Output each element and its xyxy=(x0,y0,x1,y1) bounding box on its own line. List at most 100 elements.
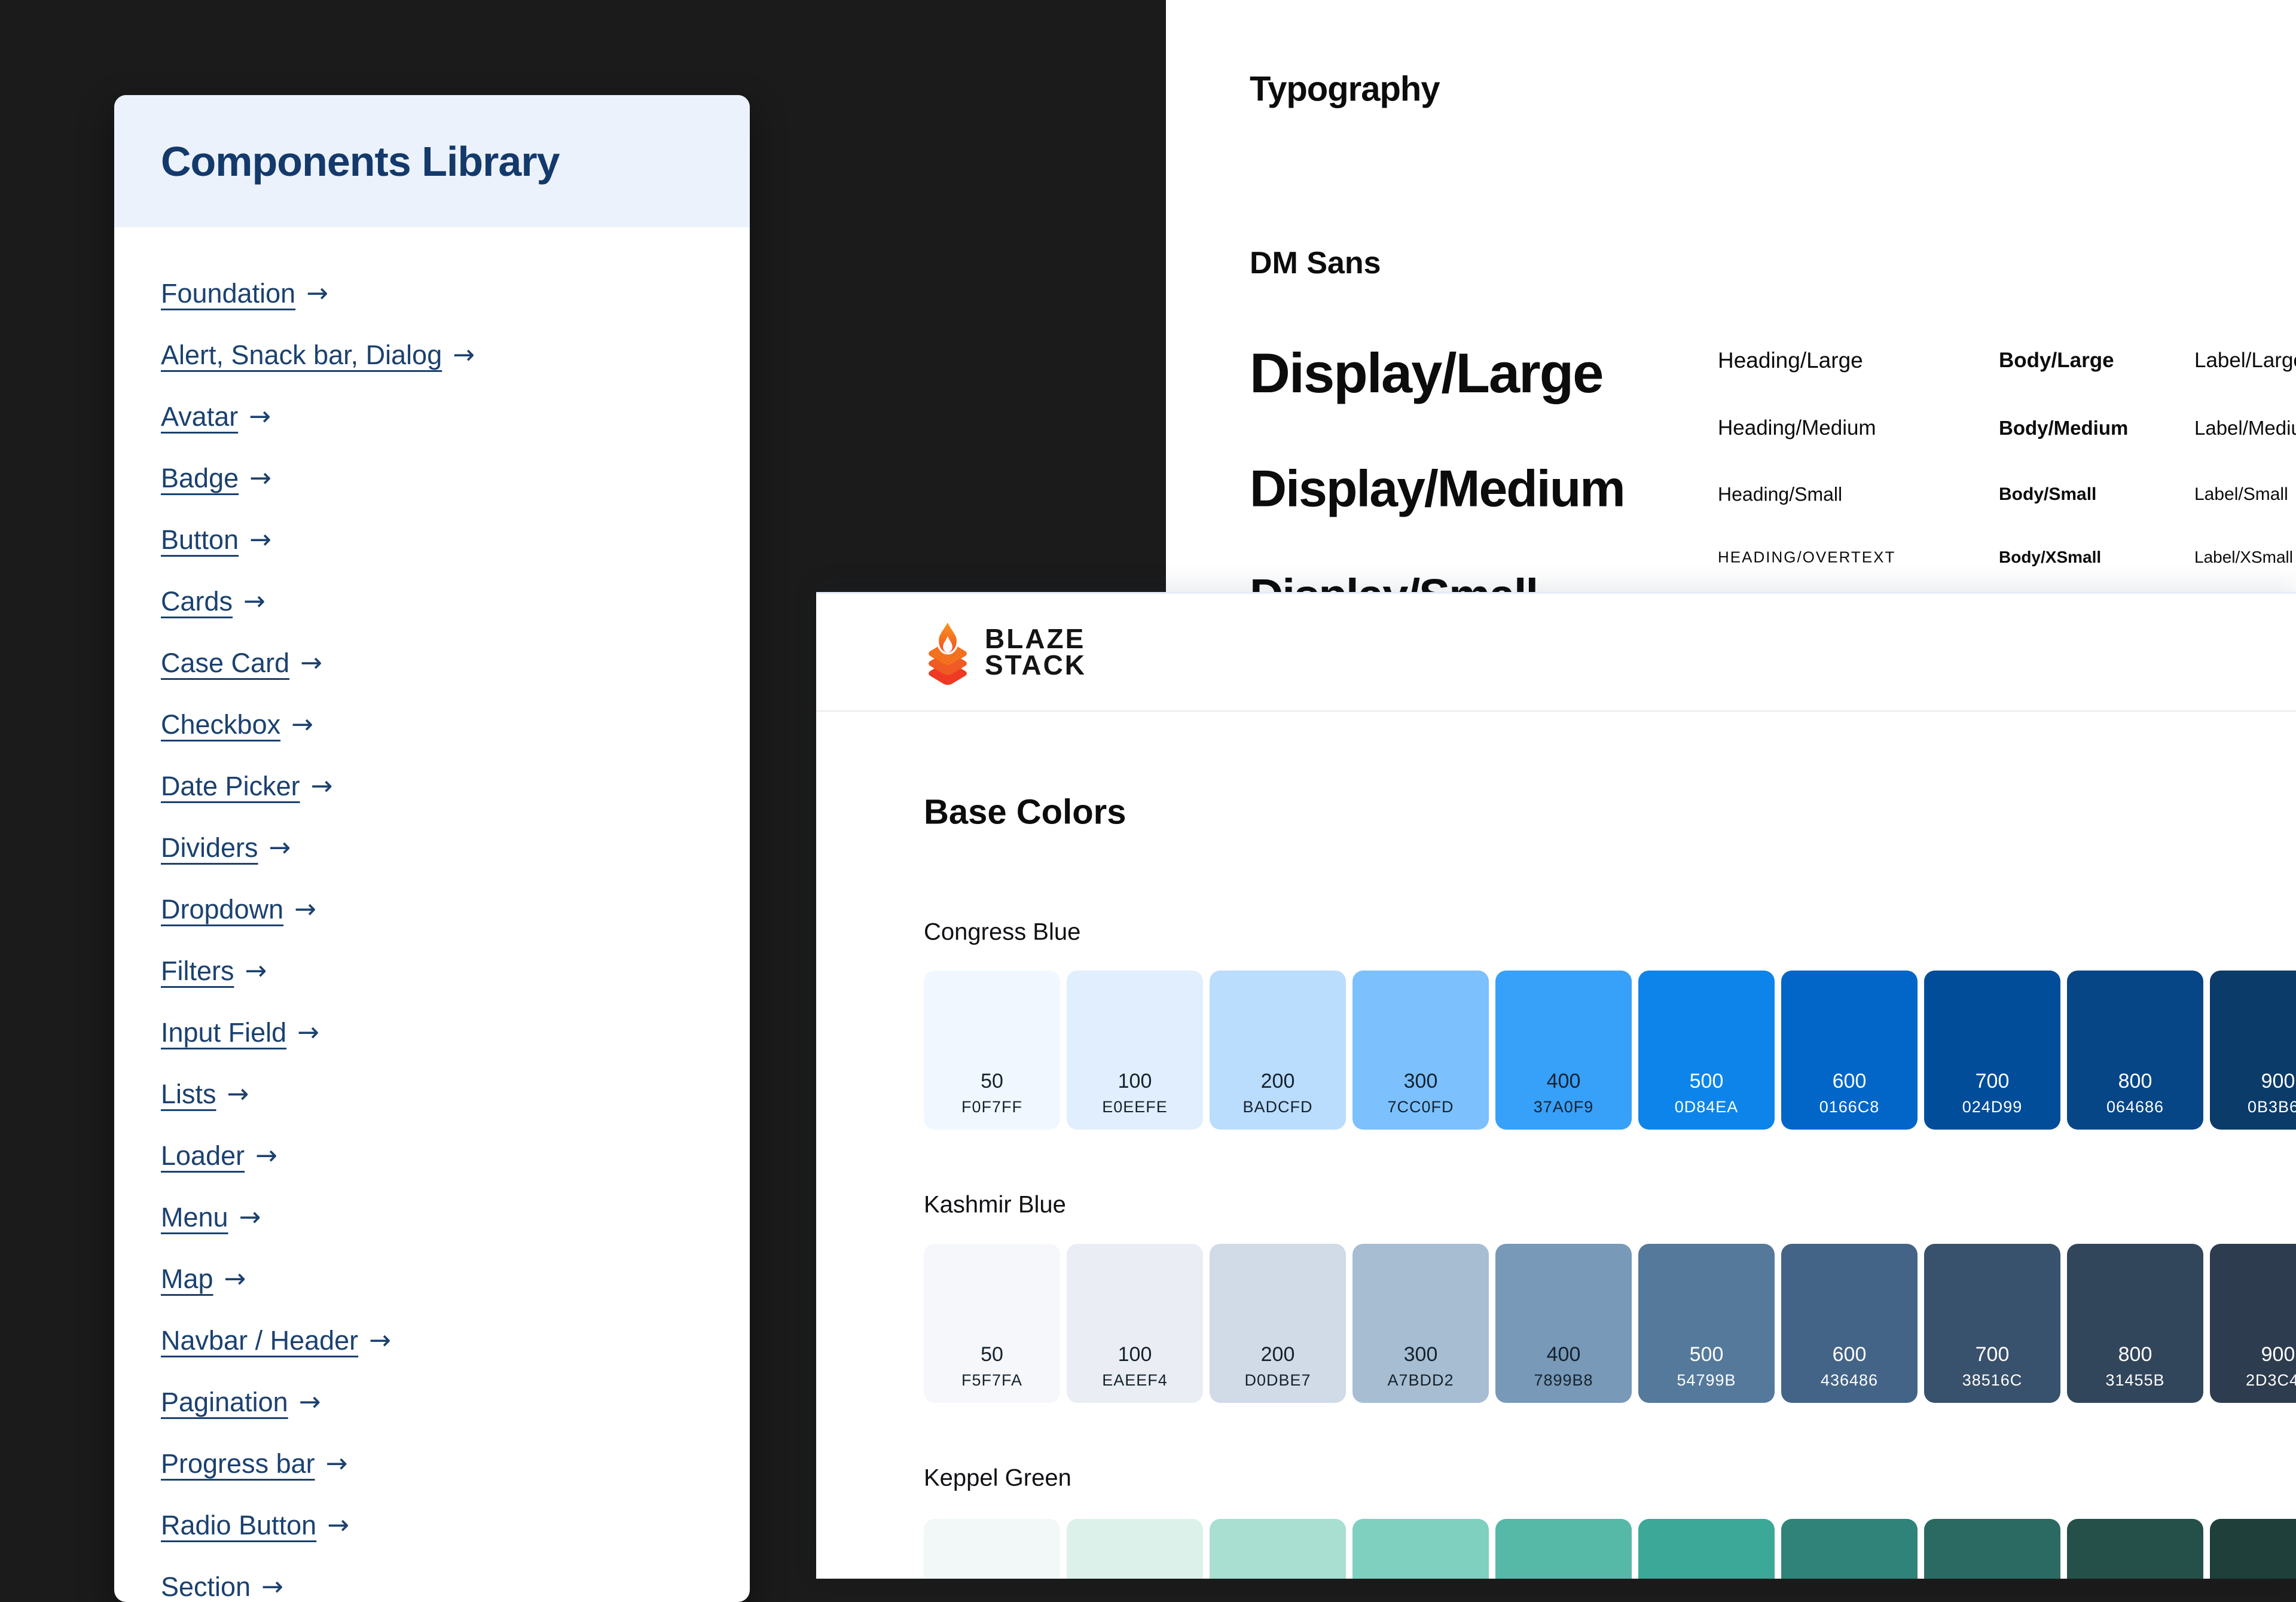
swatch-hex-label: 024D99 xyxy=(1962,1098,2023,1116)
color-swatch: 800064686 xyxy=(2067,971,2203,1130)
arrow-right-icon: → xyxy=(255,1140,277,1171)
arrow-right-icon: → xyxy=(291,709,313,740)
swatch-step-label: 900 xyxy=(2261,1343,2295,1366)
arrow-right-icon: → xyxy=(326,1448,348,1479)
arrow-right-icon: → xyxy=(224,1264,246,1294)
heading-large-sample: Heading/Large xyxy=(1718,348,1863,373)
arrow-right-icon: → xyxy=(297,1017,319,1048)
swatch-row xyxy=(924,1519,2296,1579)
swatch-hex-label: F5F7FA xyxy=(961,1371,1022,1390)
component-list-item: Lists → xyxy=(161,1063,738,1125)
component-link[interactable]: Filters xyxy=(161,956,234,987)
component-link[interactable]: Date Picker xyxy=(161,771,300,802)
swatch-hex-label: 7CC0FD xyxy=(1387,1098,1454,1116)
arrow-right-icon: → xyxy=(227,1079,249,1109)
brand-word-line1: BLAZE xyxy=(985,626,1086,652)
brand-word-line2: STACK xyxy=(985,652,1086,679)
swatch-step-label: 700 xyxy=(1976,1343,2010,1366)
swatch-row: 50 F5F7FA 100 EAEEF4 200D0DBE7300A7BDD240078… xyxy=(924,1244,2296,1403)
component-list-item: Alert, Snack bar, Dialog → xyxy=(161,324,738,386)
arrow-right-icon: → xyxy=(243,586,265,617)
component-list-item: Date Picker→ xyxy=(161,755,738,817)
component-link[interactable]: Section xyxy=(161,1572,251,1602)
color-swatch xyxy=(2210,1519,2296,1579)
swatch-step-label: 500 xyxy=(1690,1070,1724,1093)
arrow-right-icon: → xyxy=(369,1325,391,1356)
component-link[interactable]: Checkbox xyxy=(161,709,280,740)
body-medium-sample: Body/Medium xyxy=(1999,417,2128,440)
component-list-item: Pagination → xyxy=(161,1371,738,1433)
color-swatch xyxy=(1924,1519,2060,1579)
panel-header: BLAZE STACK xyxy=(816,594,2296,712)
swatch-hex-label: 7899B8 xyxy=(1534,1371,1593,1390)
arrow-right-icon: → xyxy=(299,1387,321,1417)
swatch-hex-label: 37A0F9 xyxy=(1534,1098,1594,1116)
color-swatch: 600436486 xyxy=(1781,1244,1918,1403)
component-list-item: Foundation → xyxy=(161,263,738,324)
component-link[interactable]: Navbar / Header xyxy=(161,1325,358,1356)
component-link[interactable]: Pagination xyxy=(161,1387,288,1418)
color-swatch: 50F0F7FF xyxy=(924,971,1060,1130)
arrow-right-icon: → xyxy=(249,524,271,555)
component-list-item: Input Field → xyxy=(161,1002,738,1063)
arrow-right-icon: → xyxy=(249,401,271,432)
color-swatch: 300A7BDD2 xyxy=(1352,1244,1489,1403)
label-xsmall-sample: Label/XSmall xyxy=(2194,548,2293,567)
component-list-item: Dividers → xyxy=(161,817,738,878)
display-large-sample: Display/Large xyxy=(1250,341,1602,405)
palette-name: Keppel Green xyxy=(924,1465,1071,1492)
swatch-step-label: 500 xyxy=(1690,1343,1724,1366)
color-swatch: 200D0DBE7 xyxy=(1210,1244,1346,1403)
arrow-right-icon: → xyxy=(453,340,475,370)
component-link[interactable]: Avatar xyxy=(161,401,238,432)
component-link[interactable]: Loader xyxy=(161,1140,245,1171)
component-link[interactable]: Button xyxy=(161,524,239,556)
component-link[interactable]: Cards xyxy=(161,586,233,617)
design-system-canvas: { "page": { "background": "#1B1B1B" }, "… xyxy=(0,0,2296,1579)
swatch-step-label: 900 xyxy=(2261,1070,2295,1093)
color-swatch: 4007899B8 xyxy=(1495,1244,1632,1403)
component-list-item: Button → xyxy=(161,509,738,570)
display-medium-sample: Display/Medium xyxy=(1250,460,1625,519)
swatch-hex-label: F0F7FF xyxy=(961,1098,1022,1116)
component-link[interactable]: Badge xyxy=(161,463,239,494)
color-swatch: 200BADCFD xyxy=(1210,971,1346,1130)
component-link[interactable]: Map xyxy=(161,1264,213,1295)
component-list-item: Case Card→ xyxy=(161,632,738,694)
blaze-stack-logo: BLAZE STACK xyxy=(921,618,1086,686)
color-swatch: 50 F5F7FA xyxy=(924,1244,1060,1403)
body-small-sample: Body/Small xyxy=(1999,484,2096,505)
arrow-right-icon: → xyxy=(306,278,328,309)
component-link[interactable]: Lists xyxy=(161,1079,216,1110)
swatch-step-label: 600 xyxy=(1833,1070,1867,1093)
swatch-step-label: 50 xyxy=(981,1343,1003,1366)
component-link[interactable]: Alert, Snack bar, Dialog xyxy=(161,340,442,371)
color-swatch: 600 0166C8 xyxy=(1781,971,1918,1130)
component-list-item: Filters → xyxy=(161,940,738,1002)
label-small-sample: Label/Small xyxy=(2194,484,2288,505)
swatch-step-label: 400 xyxy=(1547,1070,1581,1093)
component-list-item: Menu→ xyxy=(161,1186,738,1248)
component-link[interactable]: Menu xyxy=(161,1202,228,1233)
base-colors-title: Base Colors xyxy=(924,792,1126,832)
swatch-step-label: 200 xyxy=(1261,1070,1295,1093)
component-link[interactable]: Progress bar xyxy=(161,1448,315,1479)
swatch-hex-label: 2D3C4E xyxy=(2246,1371,2296,1390)
component-link[interactable]: Dividers xyxy=(161,832,258,863)
component-link[interactable]: Input Field xyxy=(161,1017,286,1048)
component-link[interactable]: Dropdown xyxy=(161,894,283,925)
swatch-hex-label: EAEEF4 xyxy=(1102,1371,1168,1390)
swatch-hex-label: 0166C8 xyxy=(1819,1098,1880,1116)
color-swatch xyxy=(1067,1519,1203,1579)
component-list-item: Section → xyxy=(161,1556,738,1602)
swatch-hex-label: E0EEFE xyxy=(1102,1098,1168,1116)
swatch-step-label: 100 xyxy=(1118,1343,1152,1366)
component-link[interactable]: Radio Button xyxy=(161,1510,316,1541)
arrow-right-icon: → xyxy=(245,956,267,986)
swatch-hex-label: 064686 xyxy=(2106,1098,2164,1116)
arrow-right-icon: → xyxy=(269,832,291,863)
component-link[interactable]: Foundation xyxy=(161,278,295,309)
components-card-title: Components Library xyxy=(161,138,560,185)
component-link[interactable]: Case Card xyxy=(161,648,289,679)
arrow-right-icon: → xyxy=(261,1572,283,1602)
